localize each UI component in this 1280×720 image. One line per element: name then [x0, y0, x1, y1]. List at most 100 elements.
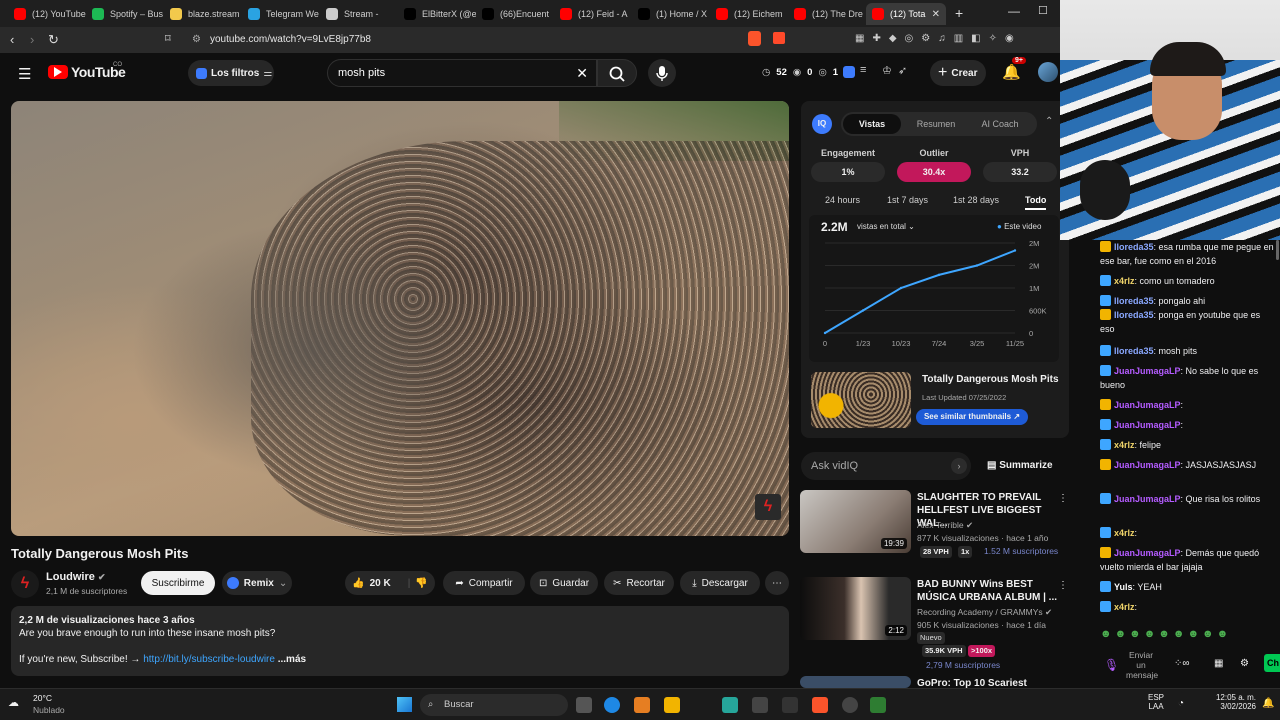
- language-indicator[interactable]: ESP LAA: [1148, 693, 1164, 711]
- vidiq-stats[interactable]: ◷ 52 ◉ 0 ◎ 1: [762, 67, 838, 78]
- tab-resumen[interactable]: Resumen: [909, 114, 963, 134]
- chat-username[interactable]: x4rlz: [1114, 528, 1135, 538]
- task-view-icon[interactable]: [576, 697, 592, 713]
- site-info-icon[interactable]: ⚙: [192, 30, 201, 50]
- browser-tab[interactable]: (12) YouTube: [8, 3, 86, 25]
- chat-username[interactable]: JuanJumagaLP: [1114, 548, 1181, 558]
- notification-center-icon[interactable]: 🔔: [1262, 698, 1274, 709]
- terminal-icon[interactable]: [752, 697, 768, 713]
- mic-icon[interactable]: 🎙: [1104, 658, 1119, 672]
- chat-username[interactable]: x4rlz: [1114, 276, 1135, 286]
- ask-send-icon[interactable]: ›: [951, 458, 967, 474]
- chat-username[interactable]: JuanJumagaLP: [1114, 494, 1181, 504]
- channel-watermark[interactable]: ϟ: [755, 494, 781, 520]
- rec-thumbnail[interactable]: [800, 676, 911, 688]
- tab-ai-coach[interactable]: AI Coach: [973, 114, 1027, 134]
- bookmark-icon[interactable]: ⌑: [165, 32, 171, 45]
- list-icon[interactable]: ≡: [860, 64, 866, 76]
- browser-tab[interactable]: blaze.stream: [164, 3, 242, 25]
- description-box[interactable]: 2,2 M de visualizaciones hace 3 años Are…: [11, 606, 789, 676]
- edge-icon[interactable]: [604, 697, 620, 713]
- browser-tab[interactable]: (12) Eichem: [710, 3, 788, 25]
- weather-temp[interactable]: 20°C: [33, 693, 52, 703]
- period-all[interactable]: Todo: [1025, 195, 1047, 210]
- windows-start-icon[interactable]: [397, 697, 412, 712]
- rec-more-icon[interactable]: ⋮: [1058, 580, 1068, 591]
- chat-username[interactable]: JuanJumagaLP: [1114, 460, 1181, 470]
- browser-tab[interactable]: Spotify – Bus: [86, 3, 164, 25]
- chat-username[interactable]: x4rlz: [1114, 440, 1135, 450]
- like-count[interactable]: 20 K: [370, 578, 391, 589]
- search-input[interactable]: mosh pits ✕: [327, 59, 597, 87]
- brave-shield-icon[interactable]: [748, 31, 761, 46]
- rec-channel[interactable]: Recording Academy / GRAMMYs ✔: [917, 607, 1052, 618]
- clear-search-icon[interactable]: ✕: [576, 60, 588, 86]
- award-icon[interactable]: ♔: [882, 64, 892, 77]
- similar-thumbnails-button[interactable]: See similar thumbnails ↗: [916, 409, 1028, 425]
- rec-thumbnail[interactable]: 2:12: [800, 577, 911, 640]
- search-button[interactable]: [597, 59, 637, 87]
- forward-icon[interactable]: ›: [30, 32, 34, 47]
- rec-title[interactable]: BAD BUNNY Wins BEST MÚSICA URBANA ALBUM …: [917, 578, 1057, 604]
- share-button[interactable]: ➦ Compartir: [443, 571, 525, 595]
- app-icon[interactable]: [722, 697, 738, 713]
- maximize-icon[interactable]: ☐: [1038, 4, 1048, 17]
- avatar[interactable]: [1038, 62, 1058, 82]
- chat-username[interactable]: lloreda35: [1114, 296, 1154, 306]
- back-icon[interactable]: ‹: [10, 32, 14, 47]
- like-icon[interactable]: 👍: [352, 578, 364, 589]
- total-views-select[interactable]: vistas en total ⌄: [857, 222, 915, 231]
- period-24h[interactable]: 24 hours: [825, 195, 860, 205]
- create-button[interactable]: + Crear: [930, 60, 986, 86]
- chat-send-button[interactable]: Ch: [1264, 654, 1280, 672]
- chat-username[interactable]: lloreda35: [1114, 310, 1154, 320]
- share-icon[interactable]: ⁘∞: [1174, 658, 1190, 669]
- brave-rewards-icon[interactable]: [773, 32, 785, 44]
- video-player[interactable]: ϟ: [11, 101, 789, 536]
- wifi-icon[interactable]: ◔: [1178, 698, 1184, 709]
- app2-icon[interactable]: [782, 697, 798, 713]
- chat-username[interactable]: JuanJumagaLP: [1114, 420, 1181, 430]
- tab-vistas[interactable]: Vistas: [843, 114, 901, 134]
- voice-search-button[interactable]: [648, 59, 676, 87]
- save-button[interactable]: ⊡ Guardar: [530, 571, 598, 595]
- ask-vidiq-input[interactable]: Ask vidIQ ›: [801, 452, 971, 480]
- chat-username[interactable]: x4rlz: [1114, 602, 1135, 612]
- chat-username[interactable]: JuanJumagaLP: [1114, 366, 1181, 376]
- store-icon[interactable]: [634, 697, 650, 713]
- subscribe-button[interactable]: Suscribirme: [141, 571, 215, 595]
- minimize-icon[interactable]: —: [1008, 4, 1020, 18]
- chat-scrollbar[interactable]: [1276, 240, 1279, 260]
- browser-tab[interactable]: ElBitterX (@e: [398, 3, 476, 25]
- description-link[interactable]: http://bit.ly/subscribe-loudwire: [143, 654, 275, 665]
- obs-icon[interactable]: [842, 697, 858, 713]
- extensions-icons[interactable]: ▦✚◆◎⚙♫▥◧✧◉: [855, 33, 1015, 46]
- channel-avatar[interactable]: ϟ: [11, 570, 39, 598]
- grid-icon[interactable]: ▦: [1214, 658, 1223, 669]
- download-button[interactable]: ⤓ Descargar: [680, 571, 760, 595]
- more-actions-button[interactable]: ⋯: [765, 571, 789, 595]
- collapse-icon[interactable]: ⌃: [1045, 116, 1053, 127]
- reload-icon[interactable]: ↻: [48, 32, 59, 48]
- rec-thumbnail[interactable]: 19:39: [800, 490, 911, 553]
- channel-name[interactable]: Loudwire ✔: [46, 571, 106, 583]
- chat-username[interactable]: Yuls: [1114, 582, 1133, 592]
- explorer-icon[interactable]: [664, 697, 680, 713]
- period-28d[interactable]: 1st 28 days: [953, 195, 999, 205]
- menu-icon[interactable]: ☰: [18, 65, 31, 83]
- filters-button[interactable]: Los filtros ⚌: [188, 60, 274, 86]
- description-more[interactable]: ...más: [278, 654, 306, 665]
- period-7d[interactable]: 1st 7 days: [887, 195, 928, 205]
- chat-username[interactable]: lloreda35: [1114, 346, 1154, 356]
- clip-button[interactable]: ✂ Recortar: [604, 571, 674, 595]
- chat-username[interactable]: JuanJumagaLP: [1114, 400, 1181, 410]
- browser-tab[interactable]: (66)Encuent: [476, 3, 554, 25]
- browser-tab[interactable]: Stream -: [320, 3, 398, 25]
- clock[interactable]: 12:05 a. m. 3/02/2026: [1208, 693, 1256, 711]
- browser-tab[interactable]: (1) Home / X: [632, 3, 710, 25]
- brave-icon[interactable]: [812, 697, 828, 713]
- new-tab-button[interactable]: +: [955, 5, 963, 21]
- rocket-icon[interactable]: ➶: [898, 64, 907, 77]
- chat-input[interactable]: Enviar un mensaje: [1126, 650, 1158, 680]
- url-field[interactable]: ⚙ youtube.com/watch?v=9LvE8jp77b8: [186, 30, 706, 50]
